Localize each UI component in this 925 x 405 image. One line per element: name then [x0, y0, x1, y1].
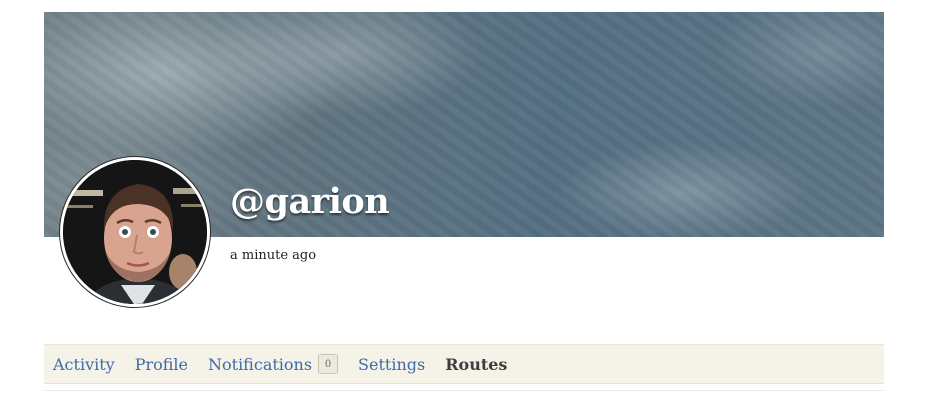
user-avatar[interactable]	[60, 157, 210, 307]
tab-routes[interactable]: Routes	[445, 355, 507, 374]
tab-notifications[interactable]: Notifications 0	[208, 354, 339, 374]
tab-notifications-label: Notifications	[208, 354, 313, 374]
avatar-photo	[63, 160, 207, 304]
tab-activity-label: Activity	[53, 354, 115, 374]
profile-username: @garion	[230, 181, 390, 222]
tab-settings-label: Settings	[358, 354, 426, 374]
tab-profile[interactable]: Profile	[135, 355, 188, 374]
tab-activity[interactable]: Activity	[53, 355, 115, 374]
profile-tab-bar: Activity Profile Notifications 0 Setting…	[44, 344, 884, 384]
tab-profile-label: Profile	[134, 354, 188, 374]
notifications-count-badge: 0	[318, 354, 339, 374]
last-seen-timestamp: a minute ago	[230, 248, 317, 263]
tab-settings[interactable]: Settings	[358, 355, 425, 374]
divider	[44, 390, 884, 391]
tab-routes-label: Routes	[445, 354, 508, 374]
